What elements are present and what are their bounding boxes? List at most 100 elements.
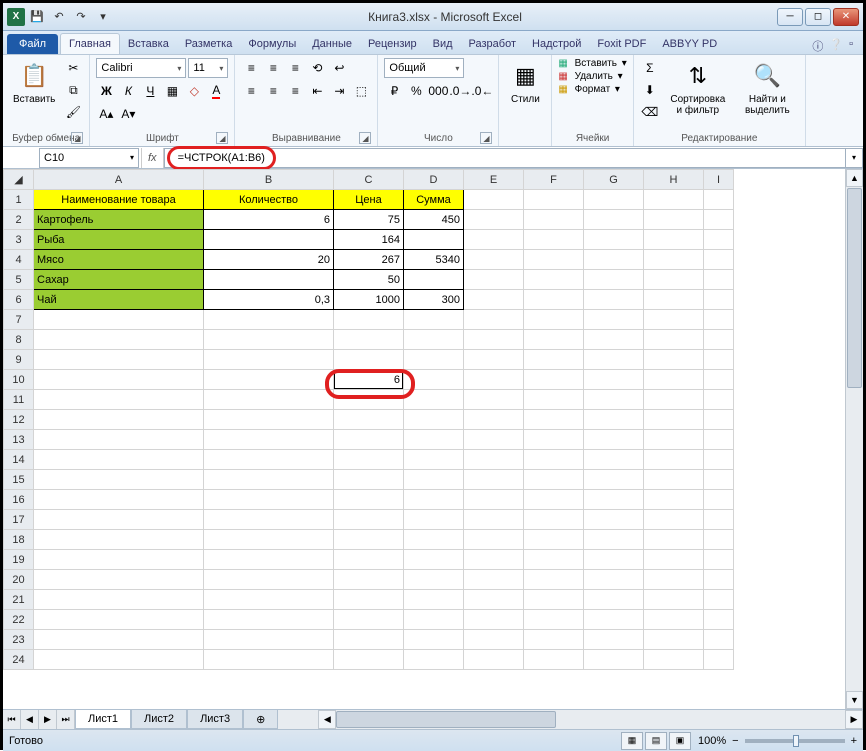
cell[interactable] bbox=[464, 610, 524, 630]
cell[interactable] bbox=[464, 230, 524, 250]
cell[interactable] bbox=[464, 570, 524, 590]
vertical-scrollbar[interactable]: ▲ ▼ bbox=[845, 169, 863, 709]
row-header[interactable]: 19 bbox=[4, 550, 34, 570]
help-icon[interactable]: ❔ bbox=[829, 38, 843, 54]
scroll-down-icon[interactable]: ▼ bbox=[846, 691, 863, 709]
row-header[interactable]: 5 bbox=[4, 270, 34, 290]
merge-cells-icon[interactable]: ⬚ bbox=[351, 81, 371, 101]
cell[interactable] bbox=[584, 290, 644, 310]
tab-data[interactable]: Данные bbox=[304, 34, 360, 54]
cell[interactable] bbox=[644, 490, 704, 510]
new-sheet-button[interactable]: ⊕ bbox=[243, 710, 278, 729]
cell[interactable] bbox=[644, 450, 704, 470]
cell[interactable] bbox=[34, 350, 204, 370]
fx-button[interactable]: fx bbox=[141, 148, 164, 168]
increase-font-icon[interactable]: A▴ bbox=[96, 104, 116, 124]
cell[interactable] bbox=[34, 570, 204, 590]
cell[interactable] bbox=[644, 550, 704, 570]
cell[interactable] bbox=[584, 230, 644, 250]
cell[interactable] bbox=[584, 630, 644, 650]
cell[interactable] bbox=[584, 570, 644, 590]
tab-abbyy[interactable]: ABBYY PD bbox=[654, 34, 725, 54]
row-header[interactable]: 6 bbox=[4, 290, 34, 310]
cell[interactable] bbox=[204, 330, 334, 350]
zoom-out-button[interactable]: − bbox=[732, 735, 738, 747]
cell[interactable] bbox=[524, 530, 584, 550]
cell[interactable] bbox=[464, 310, 524, 330]
cell[interactable] bbox=[464, 390, 524, 410]
cell[interactable] bbox=[524, 430, 584, 450]
maximize-button[interactable]: ◻ bbox=[805, 8, 831, 26]
sheet-tab[interactable]: Лист2 bbox=[131, 710, 187, 729]
cell[interactable] bbox=[584, 450, 644, 470]
tab-foxit[interactable]: Foxit PDF bbox=[589, 34, 654, 54]
cell[interactable] bbox=[334, 410, 404, 430]
cell[interactable] bbox=[404, 610, 464, 630]
view-page-break-icon[interactable]: ▣ bbox=[669, 732, 691, 750]
cell[interactable] bbox=[644, 590, 704, 610]
cell[interactable] bbox=[524, 210, 584, 230]
cell[interactable] bbox=[404, 430, 464, 450]
cell[interactable] bbox=[404, 390, 464, 410]
cell[interactable]: 50 bbox=[334, 270, 404, 290]
tab-home[interactable]: Главная bbox=[60, 33, 120, 54]
tab-formulas[interactable]: Формулы bbox=[240, 34, 304, 54]
cell[interactable] bbox=[644, 430, 704, 450]
row-header[interactable]: 10 bbox=[4, 370, 34, 390]
cell[interactable] bbox=[644, 330, 704, 350]
cell[interactable] bbox=[584, 650, 644, 670]
clipboard-launcher-icon[interactable]: ◢ bbox=[71, 132, 83, 144]
cell[interactable] bbox=[524, 350, 584, 370]
cell[interactable] bbox=[464, 510, 524, 530]
undo-icon[interactable]: ↶ bbox=[49, 7, 69, 27]
cell[interactable] bbox=[704, 390, 734, 410]
increase-decimal-icon[interactable]: .0→ bbox=[450, 81, 470, 101]
row-header[interactable]: 13 bbox=[4, 430, 34, 450]
cell[interactable] bbox=[644, 510, 704, 530]
save-icon[interactable]: 💾 bbox=[27, 7, 47, 27]
cell[interactable] bbox=[34, 330, 204, 350]
cell[interactable] bbox=[584, 250, 644, 270]
cell[interactable] bbox=[204, 350, 334, 370]
wrap-text-icon[interactable]: ↩ bbox=[329, 58, 349, 78]
cell[interactable] bbox=[524, 630, 584, 650]
cell[interactable] bbox=[524, 270, 584, 290]
cell[interactable] bbox=[584, 550, 644, 570]
cell[interactable] bbox=[644, 290, 704, 310]
cell[interactable] bbox=[404, 590, 464, 610]
cell[interactable]: Сахар bbox=[34, 270, 204, 290]
cell[interactable] bbox=[464, 290, 524, 310]
sort-filter-button[interactable]: ⇅ Сортировка и фильтр bbox=[664, 58, 732, 118]
cell[interactable] bbox=[404, 490, 464, 510]
row-header[interactable]: 4 bbox=[4, 250, 34, 270]
sheet-nav-next-icon[interactable]: ▶ bbox=[39, 710, 57, 729]
cell[interactable] bbox=[644, 610, 704, 630]
fill-color-button[interactable]: ◇ bbox=[184, 81, 204, 101]
cell[interactable] bbox=[524, 510, 584, 530]
cell[interactable]: 1000 bbox=[334, 290, 404, 310]
tab-layout[interactable]: Разметка bbox=[177, 34, 241, 54]
cell[interactable] bbox=[704, 270, 734, 290]
cell[interactable]: Чай bbox=[34, 290, 204, 310]
cell[interactable] bbox=[584, 190, 644, 210]
cell[interactable]: Цена bbox=[334, 190, 404, 210]
cell[interactable] bbox=[34, 410, 204, 430]
row-header[interactable]: 3 bbox=[4, 230, 34, 250]
cell[interactable] bbox=[334, 390, 404, 410]
cell[interactable] bbox=[704, 350, 734, 370]
active-cell[interactable]: 6 bbox=[334, 370, 404, 390]
col-header-A[interactable]: A bbox=[34, 170, 204, 190]
cell[interactable] bbox=[204, 490, 334, 510]
cell[interactable] bbox=[464, 490, 524, 510]
cell[interactable] bbox=[34, 450, 204, 470]
hscroll-thumb[interactable] bbox=[336, 711, 556, 728]
cell[interactable] bbox=[334, 430, 404, 450]
cell[interactable] bbox=[464, 530, 524, 550]
col-header-B[interactable]: B bbox=[204, 170, 334, 190]
cell[interactable] bbox=[584, 210, 644, 230]
cell[interactable] bbox=[404, 410, 464, 430]
cell[interactable] bbox=[464, 210, 524, 230]
cell[interactable] bbox=[704, 370, 734, 390]
cell[interactable]: 20 bbox=[204, 250, 334, 270]
align-left-icon[interactable]: ≡ bbox=[241, 81, 261, 101]
